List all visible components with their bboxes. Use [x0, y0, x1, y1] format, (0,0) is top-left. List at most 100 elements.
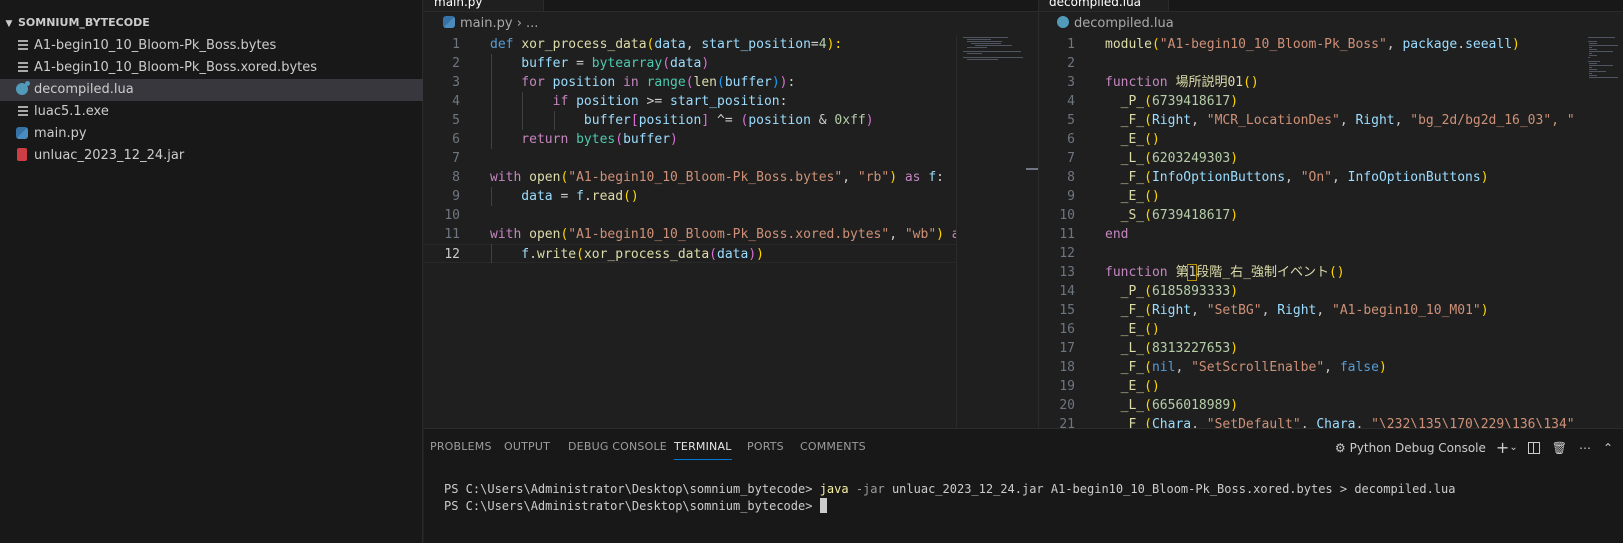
line-number: 2 — [1067, 56, 1075, 71]
code-line: 6 return bytes(buffer) — [424, 130, 956, 149]
minimap-line — [1589, 69, 1597, 70]
code-line: 8 with open("A1-begin10_10_Bloom-Pk_Boss.… — [424, 168, 956, 187]
minimap-line — [1589, 51, 1613, 52]
code-line: 14 _P_(6185893333) — [1039, 282, 1584, 301]
minimap-right[interactable] — [1584, 35, 1623, 428]
scroll-indicator[interactable] — [1026, 168, 1038, 170]
minimap-line — [967, 39, 991, 40]
split-terminal-icon[interactable] — [1527, 441, 1540, 454]
file-name: main.py — [34, 126, 87, 141]
code-line: 5 _F_(Right, "MCR_LocationDes", Right, "… — [1039, 111, 1584, 130]
file-item[interactable]: A1-begin10_10_Bloom-Pk_Boss.bytes — [0, 35, 423, 57]
panel-tab-debug-console[interactable]: DEBUG CONSOLE — [568, 440, 667, 453]
minimap-line — [1589, 53, 1592, 54]
code-line: 1 module("A1-begin10_10_Bloom-Pk_Boss", p… — [1039, 35, 1584, 54]
line-number: 13 — [1059, 265, 1075, 280]
line-number: 5 — [452, 113, 460, 128]
code-line: 2 buffer = bytearray(data) — [424, 54, 956, 73]
code-line: 1 def xor_process_data(data, start_positi… — [424, 35, 956, 54]
minimap-line — [1589, 73, 1592, 74]
file-item[interactable]: unluac_2023_12_24.jar — [0, 145, 423, 167]
panel-tab-comments[interactable]: COMMENTS — [800, 440, 866, 453]
code-line: 16 _E_() — [1039, 320, 1584, 339]
code-text: buffer[position] ^= (position & 0xff) — [490, 113, 874, 128]
file-item[interactable]: main.py — [0, 123, 423, 145]
code-line: 4 _P_(6739418617) — [1039, 92, 1584, 111]
command-flag: -jar — [848, 482, 885, 496]
minimap-left[interactable] — [956, 35, 1026, 428]
file-item[interactable]: luac5.1.exe — [0, 101, 423, 123]
code-text: if position >= start_position: — [490, 94, 788, 109]
code-line: 21 _F_(Chara, "SetDefault", Chara, "\232… — [1039, 415, 1584, 428]
line-number: 3 — [1067, 75, 1075, 90]
new-terminal-icon[interactable]: + — [1496, 438, 1509, 457]
trash-icon[interactable]: 🗑 — [1552, 441, 1567, 455]
minimap-line — [1589, 45, 1618, 46]
panel-tab-problems[interactable]: PROBLEMS — [430, 440, 492, 453]
minimap-line — [1588, 37, 1615, 38]
terminal-output[interactable]: PS C:\Users\Administrator\Desktop\somniu… — [444, 481, 1455, 515]
panel-tab-output[interactable]: OUTPUT — [504, 440, 550, 453]
explorer-folder-header[interactable]: ▼ SOMNIUM_BYTECODE — [0, 14, 423, 32]
code-text: function 第1段階_右_強制イベント() — [1105, 264, 1345, 281]
code-text: _F_(InfoOptionButtons, "On", InfoOptionB… — [1105, 170, 1489, 185]
line-number: 2 — [452, 56, 460, 71]
file-name: A1-begin10_10_Bloom-Pk_Boss.xored.bytes — [34, 60, 318, 75]
code-text: f.write(xor_process_data(data)) — [490, 247, 764, 262]
code-text: _E_() — [1105, 379, 1160, 394]
code-text: _P_(6739418617) — [1105, 94, 1239, 109]
code-text: for position in range(len(buffer)): — [490, 75, 796, 90]
line-number: 11 — [444, 227, 460, 242]
terminal-name[interactable]: Python Debug Console — [1350, 441, 1486, 455]
python-file-icon — [443, 16, 455, 28]
line-number: 16 — [1059, 322, 1075, 337]
code-text: _L_(8313227653) — [1105, 341, 1239, 356]
tab-main-py[interactable]: main.py — [424, 0, 544, 11]
minimap-line — [1589, 47, 1592, 48]
code-line: 10 — [424, 206, 956, 225]
code-line: 7 _L_(6203249303) — [1039, 149, 1584, 168]
file-item[interactable]: decompiled.lua — [0, 79, 423, 101]
code-text: _E_() — [1105, 132, 1160, 147]
chevron-down-icon[interactable]: ⌄ — [1509, 442, 1517, 453]
prompt: PS C:\Users\Administrator\Desktop\somniu… — [444, 499, 820, 513]
debug-gear-icon[interactable]: ⚙ — [1335, 441, 1346, 455]
file-name: luac5.1.exe — [34, 104, 109, 119]
code-line: 15 _F_(Right, "SetBG", Right, "A1-begin1… — [1039, 301, 1584, 320]
tab-decompiled-lua[interactable]: decompiled.lua — [1039, 0, 1169, 11]
minimap-line — [1589, 63, 1597, 64]
code-text: _E_() — [1105, 189, 1160, 204]
code-line: 8 _F_(InfoOptionButtons, "On", InfoOptio… — [1039, 168, 1584, 187]
line-number: 9 — [1067, 189, 1075, 204]
more-actions-icon[interactable]: ⋯ — [1579, 441, 1591, 455]
file-name: decompiled.lua — [34, 82, 134, 97]
file-name: A1-begin10_10_Bloom-Pk_Boss.bytes — [34, 38, 277, 53]
breadcrumb-left[interactable]: main.py › ... — [443, 14, 538, 34]
terminal-cursor — [819, 498, 827, 513]
prompt: PS C:\Users\Administrator\Desktop\somniu… — [444, 482, 820, 496]
panel-tab-ports[interactable]: PORTS — [747, 440, 784, 453]
line-number: 18 — [1059, 360, 1075, 375]
lines-file-icon — [16, 59, 30, 73]
chevron-up-icon[interactable]: ⌃ — [1603, 441, 1613, 455]
code-line: 12 f.write(xor_process_data(data)) — [424, 244, 956, 263]
minimap-line — [1588, 41, 1597, 42]
minimap-line — [1589, 65, 1613, 66]
breadcrumb-right[interactable]: decompiled.lua — [1057, 14, 1174, 34]
code-editor-right[interactable]: 1 module("A1-begin10_10_Bloom-Pk_Boss", p… — [1039, 35, 1584, 428]
minimap-line — [967, 41, 1002, 42]
code-text: _F_(Right, "MCR_LocationDes", Right, "bg… — [1105, 113, 1575, 128]
line-number: 11 — [1059, 227, 1075, 242]
lua-file-icon — [16, 81, 30, 95]
panel-tab-terminal[interactable]: TERMINAL — [674, 440, 732, 460]
file-item[interactable]: A1-begin10_10_Bloom-Pk_Boss.xored.bytes — [0, 57, 423, 79]
minimap-line — [1589, 67, 1592, 68]
tab-strip-left: main.py — [424, 0, 1038, 12]
code-line: 10 _S_(6739418617) — [1039, 206, 1584, 225]
python-file-icon — [16, 127, 28, 139]
minimap-line — [1589, 77, 1618, 78]
line-number: 15 — [1059, 303, 1075, 318]
line-number: 19 — [1059, 379, 1075, 394]
code-editor-left[interactable]: 1 def xor_process_data(data, start_positi… — [424, 35, 956, 428]
chevron-down-icon: ▼ — [5, 19, 13, 29]
